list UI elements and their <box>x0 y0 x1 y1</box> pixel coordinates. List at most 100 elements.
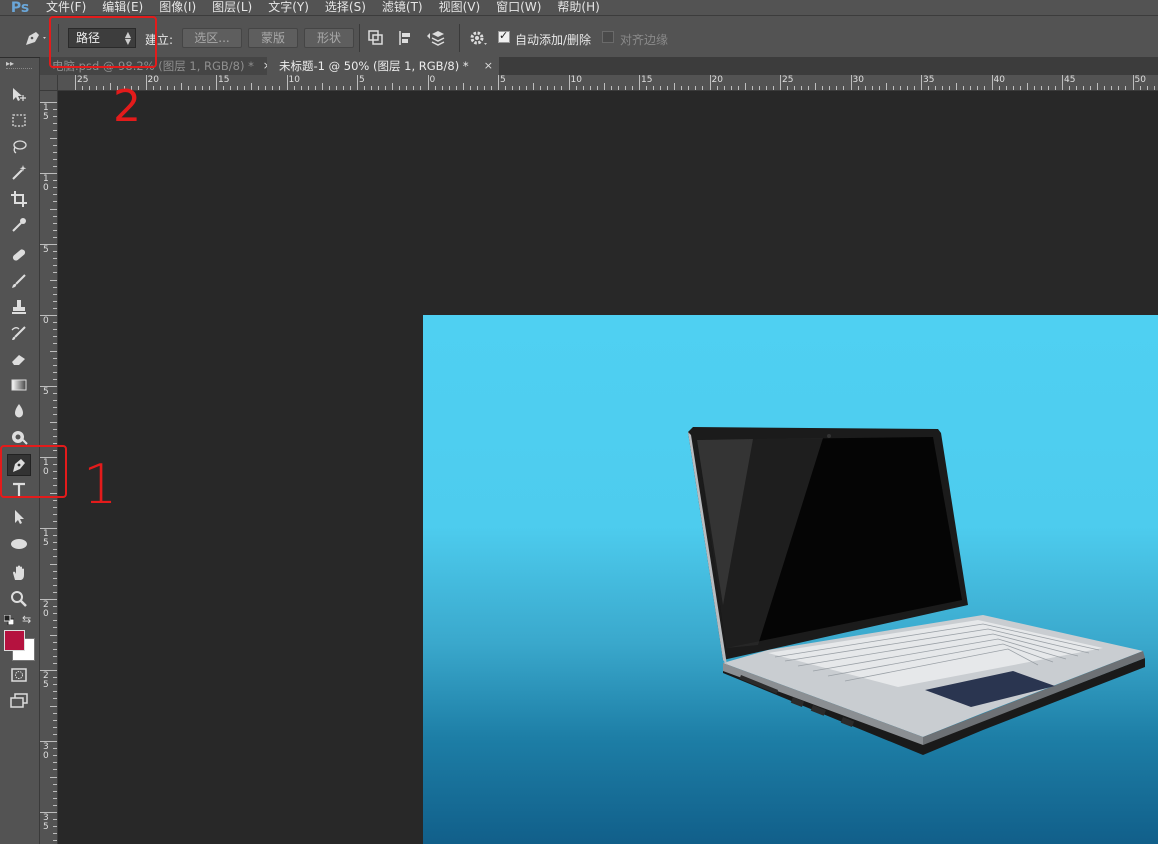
menu-help[interactable]: 帮助(H) <box>557 0 599 15</box>
move-icon[interactable] <box>7 84 31 106</box>
zoom-icon[interactable] <box>7 588 31 610</box>
history-brush-icon[interactable] <box>7 322 31 344</box>
tab-label: 未标题-1 @ 50% (图层 1, RGB/8) * <box>279 59 469 73</box>
magic-wand-icon[interactable] <box>7 162 31 184</box>
ruler-tick <box>53 307 57 309</box>
ruler-tick <box>53 322 57 324</box>
ruler-tick <box>702 86 704 90</box>
crop-icon[interactable] <box>7 188 31 210</box>
eraser-icon[interactable] <box>7 348 31 370</box>
clone-stamp-icon[interactable] <box>7 296 31 318</box>
align-edges-label: 对齐边缘 <box>620 33 669 47</box>
menu-view[interactable]: 视图(V) <box>439 0 481 15</box>
canvas-area[interactable] <box>58 91 1158 844</box>
path-selection-icon[interactable] <box>7 506 31 528</box>
ruler-tick <box>53 123 57 125</box>
path-arrangement-icon[interactable] <box>426 28 448 48</box>
ruler-tick-label: 0 <box>429 75 436 85</box>
ruler-tick <box>512 86 514 90</box>
ruler-tick <box>758 86 760 90</box>
ruler-tick <box>998 86 1000 90</box>
ruler-tick <box>434 86 436 90</box>
menu-window[interactable]: 窗口(W) <box>496 0 541 15</box>
hand-icon[interactable] <box>7 562 31 584</box>
marquee-icon[interactable] <box>7 110 31 132</box>
ruler-tick-label: 20 <box>147 75 159 85</box>
ruler-tick <box>50 421 57 423</box>
ruler-tick <box>272 86 274 90</box>
ruler-tick <box>885 83 887 90</box>
menu-select[interactable]: 选择(S) <box>325 0 366 15</box>
ruler-origin[interactable] <box>40 75 58 91</box>
ruler-tick <box>307 86 309 90</box>
swap-colors-icon[interactable]: ⇆ <box>22 613 31 626</box>
ruler-tick <box>857 86 859 90</box>
menu-file[interactable]: 文件(F) <box>46 0 86 15</box>
ruler-tick <box>50 279 57 281</box>
screen-mode-icon[interactable] <box>7 690 31 712</box>
ruler-tick <box>737 86 739 90</box>
collapse-icon[interactable]: ▸▸ <box>6 59 14 68</box>
lasso-icon[interactable] <box>7 136 31 158</box>
ruler-tick <box>406 86 408 90</box>
eyedropper-icon[interactable] <box>7 214 31 236</box>
ruler-tick <box>286 75 288 90</box>
blur-icon[interactable] <box>7 400 31 422</box>
ruler-tick <box>631 86 633 90</box>
menu-filter[interactable]: 滤镜(T) <box>382 0 423 15</box>
ruler-tick <box>963 86 965 90</box>
close-icon[interactable]: × <box>484 57 493 75</box>
path-operations-icon[interactable] <box>366 28 386 48</box>
ruler-tick <box>540 86 542 90</box>
ruler-tick-label: 30 <box>852 75 864 85</box>
ruler-tick <box>1026 83 1028 90</box>
ruler-tick <box>1153 86 1155 90</box>
ruler-tick <box>519 86 521 90</box>
quick-mask-icon[interactable] <box>7 664 31 686</box>
ruler-tick <box>152 86 154 90</box>
ruler-tick <box>53 499 57 501</box>
ruler-tick <box>765 86 767 90</box>
separator <box>459 24 460 52</box>
ruler-tick <box>836 86 838 90</box>
ruler-tick <box>53 549 57 551</box>
make-mask-button[interactable]: 蒙版 <box>248 28 298 48</box>
tab-document-2[interactable]: 未标题-1 @ 50% (图层 1, RGB/8) * × <box>267 57 499 75</box>
align-edges-checkbox[interactable] <box>602 31 614 43</box>
menu-edit[interactable]: 编辑(E) <box>102 0 143 15</box>
gradient-icon[interactable] <box>7 374 31 396</box>
ruler-tick <box>53 840 57 842</box>
auto-add-delete-checkbox[interactable] <box>498 29 510 43</box>
ruler-tick <box>639 75 640 90</box>
ruler-tick-label: 20 <box>711 75 723 85</box>
menu-image[interactable]: 图像(I) <box>159 0 196 15</box>
ruler-tick <box>1104 86 1106 90</box>
make-selection-button[interactable]: 选区... <box>182 28 242 48</box>
foreground-color-swatch[interactable] <box>4 630 25 651</box>
make-shape-button[interactable]: 形状 <box>304 28 354 48</box>
ellipse-icon[interactable] <box>7 533 31 555</box>
horizontal-ruler[interactable]: 25 20 15 10 5 0 5 10 15 20 25 30 35 40 45 50 <box>58 75 1158 91</box>
ruler-tick <box>427 75 429 90</box>
tool-preset-pen-icon[interactable] <box>20 27 50 49</box>
menu-layer[interactable]: 图层(L) <box>212 0 252 15</box>
ruler-tick <box>53 655 57 657</box>
ruler-tick <box>53 577 57 579</box>
ruler-tick <box>864 86 866 90</box>
brush-icon[interactable] <box>7 270 31 292</box>
ruler-tick-label: 20 <box>43 600 49 619</box>
document-canvas[interactable] <box>423 315 1158 844</box>
ruler-tick <box>293 86 295 90</box>
default-colors-icon[interactable] <box>3 614 15 626</box>
ruler-tick <box>349 86 351 90</box>
gear-icon[interactable] <box>467 28 489 48</box>
ruler-tick <box>780 75 781 90</box>
ruler-tick <box>75 75 76 90</box>
menu-type[interactable]: 文字(Y) <box>268 0 309 15</box>
ruler-tick <box>53 712 57 714</box>
path-alignment-icon[interactable] <box>396 28 416 48</box>
panel-grip[interactable] <box>6 68 32 72</box>
healing-brush-icon[interactable] <box>7 244 31 266</box>
ruler-tick <box>956 83 958 90</box>
ruler-tick <box>53 570 57 572</box>
